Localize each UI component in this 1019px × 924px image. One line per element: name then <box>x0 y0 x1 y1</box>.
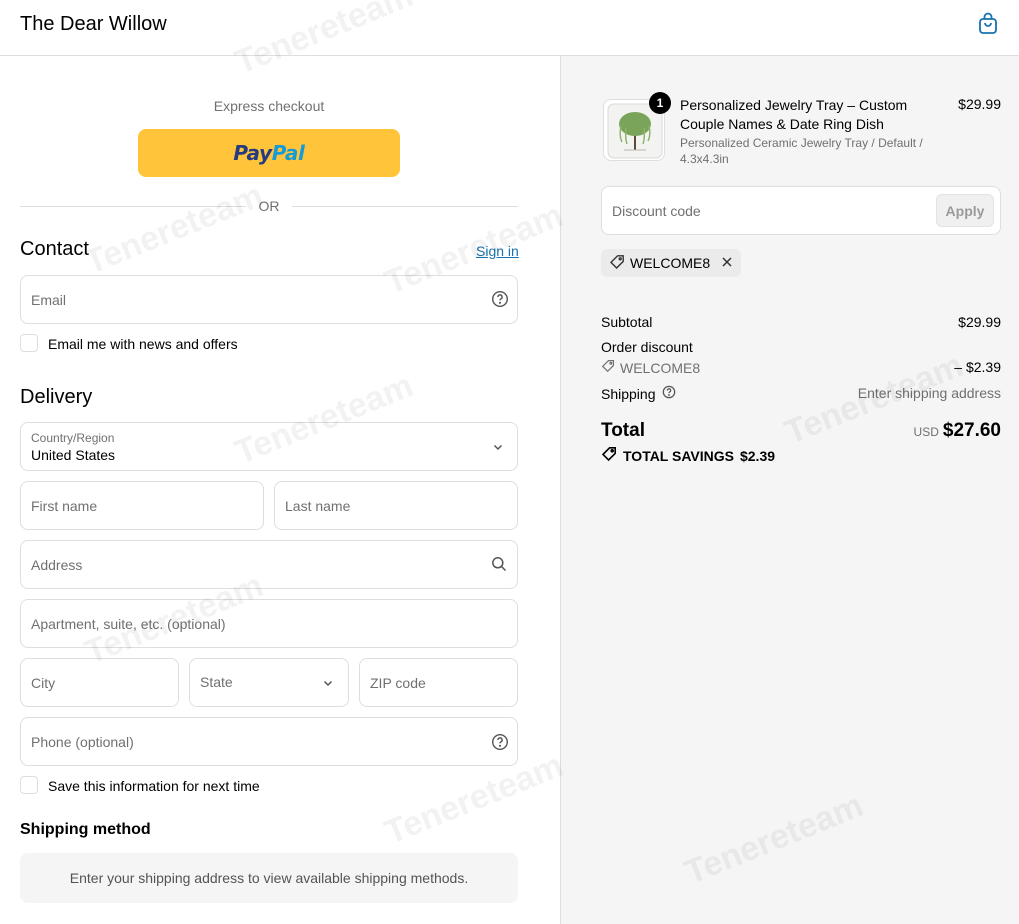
search-icon[interactable] <box>491 556 507 577</box>
country-label: Country/Region <box>31 431 115 445</box>
apply-discount-button[interactable]: Apply <box>936 194 994 227</box>
discount-code-text: WELCOME8 <box>620 359 701 376</box>
paypal-button[interactable]: PayPal <box>138 129 400 177</box>
subtotal-value: $29.99 <box>958 314 1001 330</box>
city-placeholder: City <box>31 675 56 691</box>
chevron-down-icon <box>491 440 505 459</box>
express-checkout-label: Express checkout <box>213 98 325 114</box>
phone-field[interactable]: Phone (optional) <box>20 717 518 766</box>
or-divider: OR <box>20 198 518 214</box>
address-field[interactable]: Address <box>20 540 518 589</box>
order-summary: 1 Personalized Jewelry Tray – Custom Cou… <box>560 56 1019 924</box>
shipping-row: Shipping <box>601 385 676 402</box>
applied-discount-chip: WELCOME8 <box>601 249 742 277</box>
zip-field[interactable]: ZIP code <box>359 658 518 707</box>
total-label: Total <box>601 420 645 441</box>
discount-placeholder: Discount code <box>612 203 701 219</box>
apartment-placeholder: Apartment, suite, etc. (optional) <box>31 616 226 632</box>
checkout-form: Express checkout PayPal OR Contact Sign … <box>0 56 560 924</box>
delivery-heading: Delivery <box>20 386 93 408</box>
shipping-value: Enter shipping address <box>857 385 1001 401</box>
save-info-label: Save this information for next time <box>48 778 260 794</box>
applied-code: WELCOME8 <box>630 255 711 271</box>
close-icon[interactable] <box>721 255 733 271</box>
news-offers-checkbox[interactable] <box>20 334 38 352</box>
help-circle-icon[interactable] <box>491 290 509 313</box>
address-placeholder: Address <box>31 557 83 573</box>
product-variant: Personalized Ceramic Jewelry Tray / Defa… <box>680 136 923 166</box>
header: The Dear Willow <box>0 0 1019 56</box>
apartment-field[interactable]: Apartment, suite, etc. (optional) <box>20 599 518 648</box>
zip-placeholder: ZIP code <box>370 675 426 691</box>
subtotal-label: Subtotal <box>601 314 653 330</box>
quantity-badge: 1 <box>649 92 671 114</box>
first-name-placeholder: First name <box>31 498 98 514</box>
first-name-field[interactable]: First name <box>20 481 264 530</box>
or-text: OR <box>258 198 280 214</box>
state-placeholder: State <box>200 674 233 690</box>
contact-heading: Contact <box>20 238 89 260</box>
discount-value: – $2.39 <box>954 359 1001 375</box>
chevron-down-icon <box>321 676 335 695</box>
shipping-methods-placeholder: Enter your shipping address to view avai… <box>20 853 518 903</box>
product-title: Personalized Jewelry Tray – Custom Coupl… <box>680 97 908 132</box>
last-name-field[interactable]: Last name <box>274 481 518 530</box>
country-value: United States <box>31 447 116 463</box>
sign-in-link[interactable]: Sign in <box>476 243 519 259</box>
last-name-placeholder: Last name <box>285 498 351 514</box>
order-discount-label: Order discount <box>601 339 693 355</box>
phone-placeholder: Phone (optional) <box>31 734 134 750</box>
total-amount: USD $27.60 <box>821 420 1001 442</box>
savings-value: $2.39 <box>739 447 776 464</box>
shipping-method-heading: Shipping method <box>20 821 151 838</box>
email-field[interactable]: Email <box>20 275 518 324</box>
product-price: $29.99 <box>958 96 1001 112</box>
store-brand[interactable]: The Dear Willow <box>20 12 167 36</box>
tag-icon <box>609 254 625 273</box>
total-savings-row: TOTAL SAVINGS $2.39 <box>601 446 775 465</box>
news-offers-label: Email me with news and offers <box>48 336 238 352</box>
state-select[interactable]: State <box>189 658 349 707</box>
total-value: $27.60 <box>942 420 1001 441</box>
shopping-bag-icon[interactable] <box>976 11 1000 35</box>
country-select[interactable]: Country/Region United States <box>20 422 518 471</box>
help-circle-icon[interactable] <box>662 385 676 402</box>
city-field[interactable]: City <box>20 658 179 707</box>
email-placeholder: Email <box>31 292 67 308</box>
shipping-label: Shipping <box>601 385 656 402</box>
savings-label: TOTAL SAVINGS <box>623 447 734 464</box>
currency-code: USD <box>913 425 939 439</box>
discount-code-row: WELCOME8 <box>601 359 700 376</box>
tag-icon <box>601 446 617 465</box>
help-circle-icon[interactable] <box>491 733 509 756</box>
tag-icon <box>601 359 615 376</box>
save-info-checkbox[interactable] <box>20 776 38 794</box>
paypal-logo: PayPal <box>233 141 305 165</box>
